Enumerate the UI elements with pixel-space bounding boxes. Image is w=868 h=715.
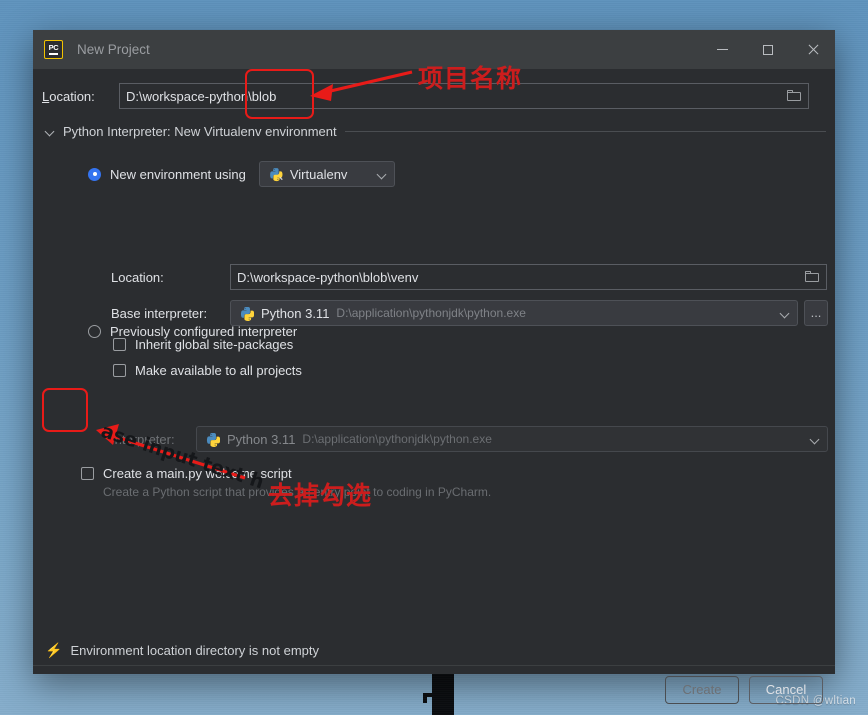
- make-available-all-projects-row[interactable]: Make available to all projects: [113, 363, 302, 378]
- venv-location-row: Location: D:\workspace-python\blob\venv: [111, 264, 827, 290]
- close-button[interactable]: [790, 30, 835, 69]
- dialog-footer: Create Cancel: [33, 665, 835, 713]
- maximize-icon: [762, 44, 773, 55]
- inherit-site-packages-row[interactable]: Inherit global site-packages: [113, 337, 293, 352]
- interpreter-path: D:\application\pythonjdk\python.exe: [302, 432, 492, 446]
- chevron-down-icon[interactable]: [780, 309, 789, 318]
- location-label: Location:: [42, 88, 95, 104]
- interpreter-dropdown[interactable]: Python 3.11 D:\application\pythonjdk\pyt…: [196, 426, 828, 452]
- env-tool-dropdown[interactable]: Virtualenv: [258, 161, 395, 187]
- previously-configured-label: Previously configured interpreter: [110, 324, 298, 339]
- python-interpreter-section-header[interactable]: Python Interpreter: New Virtualenv envir…: [42, 124, 826, 139]
- maximize-button[interactable]: [745, 30, 790, 69]
- folder-icon[interactable]: [805, 271, 820, 283]
- window-controls: [700, 30, 835, 69]
- folder-icon[interactable]: [787, 90, 802, 102]
- annotation-uncheck-text: 去掉勾选: [268, 481, 373, 510]
- venv-location-input[interactable]: D:\workspace-python\blob\venv: [230, 264, 827, 290]
- minimize-button[interactable]: [700, 30, 745, 69]
- inherit-site-packages-checkbox[interactable]: [113, 338, 126, 351]
- previously-configured-radio[interactable]: [88, 325, 101, 338]
- new-project-dialog: PC New Project Location: D:\workspace-py…: [33, 30, 835, 704]
- venv-location-value: D:\workspace-python\blob\venv: [237, 269, 419, 285]
- base-interpreter-label: Base interpreter:: [111, 305, 208, 321]
- status-message: Environment location directory is not em…: [70, 643, 319, 658]
- chevron-down-icon[interactable]: [810, 435, 819, 444]
- previously-configured-radio-row[interactable]: Previously configured interpreter: [88, 324, 297, 339]
- base-interpreter-path: D:\application\pythonjdk\python.exe: [336, 306, 526, 320]
- make-available-label: Make available to all projects: [135, 363, 302, 378]
- status-message-row: ⚡ Environment location directory is not …: [45, 642, 319, 659]
- base-interpreter-dropdown[interactable]: Python 3.11 D:\application\pythonjdk\pyt…: [230, 300, 798, 326]
- cancel-button[interactable]: Cancel: [749, 675, 823, 704]
- interpreter-row: Interpreter: Python 3.11 D:\application\…: [111, 426, 828, 452]
- new-environment-radio[interactable]: [88, 167, 101, 181]
- env-tool-label: Virtualenv: [289, 166, 348, 182]
- dialog-title: New Project: [77, 42, 150, 57]
- make-available-checkbox[interactable]: [113, 364, 126, 377]
- close-icon: [807, 44, 819, 56]
- minimize-icon: [717, 49, 728, 50]
- pycharm-icon-bar: [49, 53, 58, 55]
- chevron-down-icon[interactable]: [46, 127, 55, 136]
- pycharm-icon: PC: [44, 40, 63, 59]
- section-header-label: Python Interpreter: New Virtualenv envir…: [63, 124, 337, 139]
- location-input-value: D:\workspace-python\blob: [126, 88, 277, 104]
- python-icon: [240, 306, 254, 321]
- create-mainpy-checkbox[interactable]: [81, 467, 94, 480]
- base-interpreter-browse-button[interactable]: ...: [804, 300, 828, 326]
- annotation-project-name-text: 项目名称: [418, 64, 523, 93]
- chevron-down-icon[interactable]: [377, 170, 386, 179]
- base-interpreter-row: Base interpreter: Python 3.11 D:\applica…: [111, 300, 828, 326]
- new-environment-label: New environment using: [110, 166, 246, 182]
- python-icon: [206, 432, 220, 447]
- inherit-site-packages-label: Inherit global site-packages: [135, 337, 294, 352]
- warning-bolt-icon: ⚡: [45, 642, 63, 658]
- venv-location-label: Location:: [111, 269, 164, 285]
- dialog-body: Location: D:\workspace-python\blob Pytho…: [33, 69, 835, 704]
- base-interpreter-name: Python 3.11: [261, 305, 330, 321]
- new-environment-radio-row[interactable]: New environment using Virtualenv: [88, 161, 395, 187]
- virtualenv-icon: [270, 167, 283, 181]
- interpreter-name: Python 3.11: [227, 431, 296, 447]
- create-button[interactable]: Create: [665, 675, 739, 704]
- section-divider: [344, 131, 826, 132]
- pycharm-icon-text: PC: [48, 43, 59, 52]
